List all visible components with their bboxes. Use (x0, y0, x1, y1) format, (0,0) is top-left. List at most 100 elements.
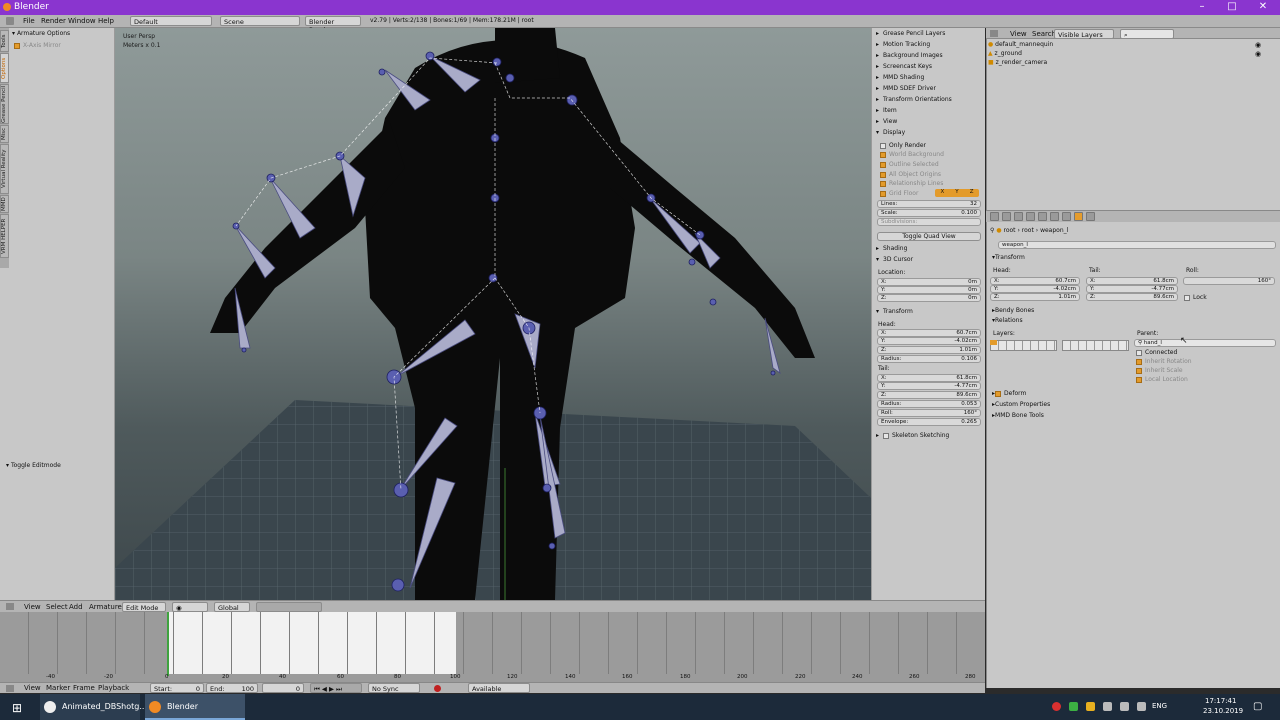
keying-set-select[interactable]: Available (468, 683, 530, 693)
panel-skeleton-sketching[interactable]: ▸ Skeleton Sketching (876, 432, 982, 442)
parent-select[interactable]: ⚲ hand_l (1134, 339, 1276, 347)
sync-mode-select[interactable]: No Sync (368, 683, 420, 693)
timeline[interactable]: -40 -20 0 20 40 60 80 100 120 140 160 18… (0, 612, 985, 682)
panel-motion-tracking[interactable]: ▸ Motion Tracking (876, 41, 982, 51)
checkbox-icon[interactable] (883, 432, 889, 439)
panel-transform-header[interactable]: ▾Transform (992, 254, 1025, 261)
bone-constraints-tab-icon[interactable] (1086, 212, 1095, 221)
axis-y-toggle[interactable]: Y (955, 189, 958, 197)
timeline-menu-frame[interactable]: Frame (73, 684, 95, 692)
editor-type-icon[interactable] (6, 685, 14, 692)
transform-orientation-select[interactable]: Global (214, 602, 250, 612)
outliner-menu-view[interactable]: View (1010, 30, 1027, 38)
panel-mmd-bone-tools[interactable]: ▸MMD Bone Tools (992, 412, 1044, 419)
playback-controls[interactable]: ⏮ ◀ ▶ ⏭ (310, 683, 362, 693)
close-button[interactable]: ✕ (1248, 1, 1278, 12)
screen-layout-select[interactable]: Default (130, 16, 212, 26)
grid-lines-field[interactable]: Lines: 32 (877, 200, 981, 208)
minimize-button[interactable]: – (1187, 1, 1217, 12)
head-x-field[interactable]: X: 60.7cm (990, 277, 1080, 285)
tray-app-icon[interactable] (1103, 702, 1112, 711)
grid-subdivisions-field[interactable]: Subdivisions: (877, 218, 981, 226)
volume-icon[interactable] (1137, 702, 1146, 711)
viewport-shading-select[interactable]: ◉ (172, 602, 208, 612)
panel-view[interactable]: ▸ View (876, 118, 982, 128)
visibility-eye-icon[interactable]: ◉ (1255, 50, 1261, 58)
cursor-z-field[interactable]: Z: 0m (877, 294, 981, 302)
outline-selected-checkbox[interactable]: Outline Selected (880, 161, 986, 171)
clock-date[interactable]: 23.10.2019 (1203, 707, 1243, 715)
world-background-checkbox[interactable]: World Background (880, 151, 986, 161)
manipulator-buttons[interactable] (256, 602, 322, 612)
cursor-y-field[interactable]: Y: 0m (877, 286, 981, 294)
tail-radius-field[interactable]: Radius: 0.053 (877, 400, 981, 408)
tail-y-field[interactable]: Y: -4.77cm (877, 382, 981, 390)
head-z-field[interactable]: Z: 1.01m (877, 346, 981, 354)
inherit-scale-checkbox[interactable]: Inherit Scale (1136, 367, 1183, 374)
head-y-field[interactable]: Y: -4.02cm (990, 285, 1080, 293)
panel-screencast-keys[interactable]: ▸ Screencast Keys (876, 63, 982, 73)
tab-virtual-reality[interactable]: Virtual Reality (0, 144, 9, 194)
render-layers-tab-icon[interactable] (1002, 212, 1011, 221)
panel-shading[interactable]: ▸ Shading (876, 245, 982, 255)
panel-display[interactable]: ▾ Display (876, 129, 982, 139)
viewport-menu-add[interactable]: Add (69, 603, 83, 611)
panel-mmd-shading[interactable]: ▸ MMD Shading (876, 74, 982, 84)
bone-name-field[interactable]: weapon_l (998, 241, 1276, 249)
editor-type-icon[interactable] (6, 603, 14, 610)
local-location-checkbox[interactable]: Local Location (1136, 376, 1188, 383)
outliner-search-input[interactable]: ⌕ (1120, 29, 1174, 39)
clock-time[interactable]: 17:17:41 (1205, 697, 1236, 705)
roll-field[interactable]: 160° (1183, 277, 1275, 285)
end-frame-field[interactable]: End: 100 (206, 683, 258, 693)
panel-deform[interactable]: ▸ Deform (992, 390, 1026, 397)
visibility-eye-icon[interactable]: ◉ (1255, 41, 1261, 49)
tab-options[interactable]: Options (0, 53, 9, 83)
outliner-item[interactable]: ● default_mannequin (988, 41, 1053, 50)
maximize-button[interactable]: □ (1217, 1, 1247, 12)
render-engine-select[interactable]: Blender Render (305, 16, 361, 34)
start-frame-field[interactable]: Start: 0 (150, 683, 204, 693)
record-tray-icon[interactable] (1052, 702, 1061, 711)
outliner-display-mode-select[interactable]: Visible Layers (1054, 29, 1114, 39)
lock-checkbox[interactable]: Lock (1184, 294, 1207, 301)
bone-layers-grid-a[interactable] (990, 340, 1057, 351)
timeline-menu-playback[interactable]: Playback (98, 684, 129, 692)
viewport-menu-select[interactable]: Select (46, 603, 68, 611)
taskbar-item-unreal[interactable]: Animated_DBShotg... (40, 694, 147, 720)
menu-file[interactable]: File (23, 17, 35, 25)
panel-3d-cursor[interactable]: ▾ 3D Cursor (876, 256, 982, 266)
panel-background-images[interactable]: ▸ Background Images (876, 52, 982, 62)
scene-select[interactable]: Scene (220, 16, 300, 26)
tab-tools[interactable]: Tools (0, 30, 9, 52)
outliner-item[interactable]: ▲ z_ground (988, 50, 1022, 59)
tab-misc[interactable]: Misc (0, 125, 9, 143)
viewport-menu-armature[interactable]: Armature (89, 603, 122, 611)
outliner-menu-search[interactable]: Search (1032, 30, 1056, 38)
head-z-field[interactable]: Z: 1.01m (990, 293, 1080, 301)
panel-grease-pencil-layers[interactable]: ▸ Grease Pencil Layers (876, 30, 982, 40)
mode-select[interactable]: Edit Mode (122, 602, 166, 612)
panel-relations[interactable]: ▾Relations (992, 317, 1023, 324)
record-icon[interactable] (434, 685, 441, 692)
toggle-quad-view-button[interactable]: Toggle Quad View (877, 232, 981, 241)
tail-x-field[interactable]: X: 61.8cm (1086, 277, 1178, 285)
tab-grease-pencil[interactable]: Grease Pencil (0, 84, 9, 124)
editor-type-icon[interactable] (6, 17, 14, 25)
axis-z-toggle[interactable]: Z (970, 189, 974, 197)
grid-axes-toggle[interactable]: X Y Z (935, 189, 979, 197)
playhead[interactable] (167, 612, 169, 676)
language-indicator[interactable]: ENG (1152, 702, 1167, 710)
tab-vrm-helper[interactable]: VRM HELPER (0, 214, 9, 258)
roll-field[interactable]: Roll: 160° (877, 409, 981, 417)
editor-type-icon[interactable] (990, 30, 998, 37)
windows-start-icon[interactable]: ⊞ (12, 701, 22, 715)
tab-mmd[interactable]: MMD (0, 195, 9, 213)
toggle-editmode-panel[interactable]: ▾ Toggle Editmode (6, 462, 61, 469)
tail-z-field[interactable]: Z: 89.6cm (1086, 293, 1178, 301)
xaxis-mirror-checkbox[interactable]: X-Axis Mirror (14, 42, 61, 49)
head-y-field[interactable]: Y: -4.02cm (877, 337, 981, 345)
grid-scale-field[interactable]: Scale: 0.100 (877, 209, 981, 217)
constraints-tab-icon[interactable] (1050, 212, 1059, 221)
menu-help[interactable]: Help (98, 17, 114, 25)
